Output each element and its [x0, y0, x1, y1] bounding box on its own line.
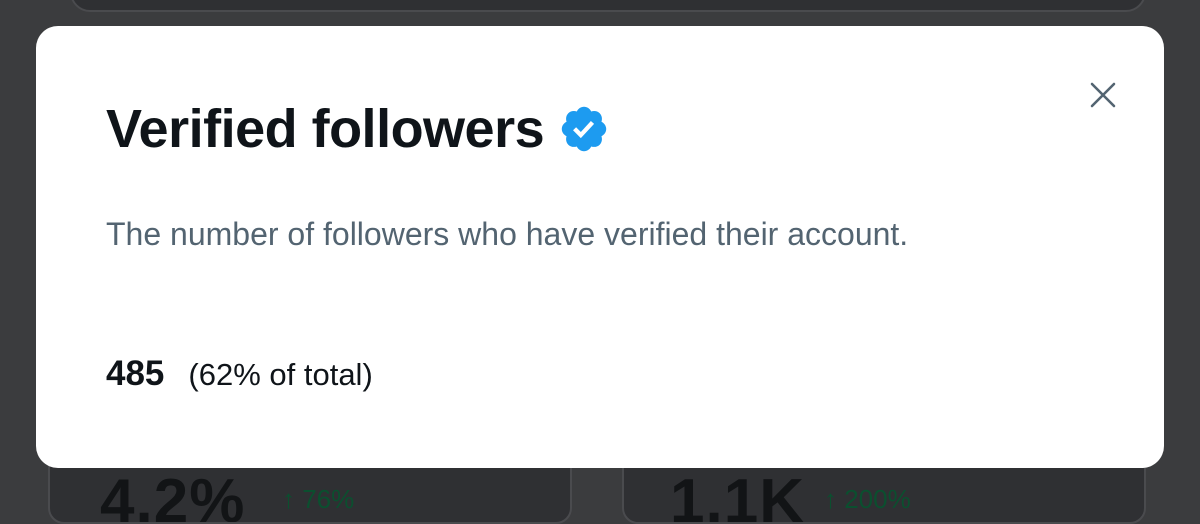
stat-value: 485 — [106, 354, 165, 393]
stat-percent-of-total: (62% of total) — [188, 357, 373, 392]
background-metric-value: 1.1K — [670, 467, 805, 524]
background-metric-change: ↑ 200% — [824, 484, 911, 514]
verified-followers-dialog: Verified followers The number of followe… — [36, 26, 1164, 468]
background-metric-change: ↑ 76% — [282, 484, 355, 514]
background-metric-value: 4.2% — [100, 467, 246, 524]
dialog-title: Verified followers — [106, 99, 545, 159]
verified-followers-stat: 485 (62% of total) — [106, 354, 373, 394]
close-button[interactable] — [1078, 70, 1128, 120]
close-icon — [1090, 82, 1116, 108]
dialog-description: The number of followers who have verifie… — [106, 216, 909, 252]
verified-badge-icon — [558, 103, 610, 155]
background-card-top — [70, 0, 1146, 12]
dialog-header: Verified followers — [106, 98, 610, 160]
